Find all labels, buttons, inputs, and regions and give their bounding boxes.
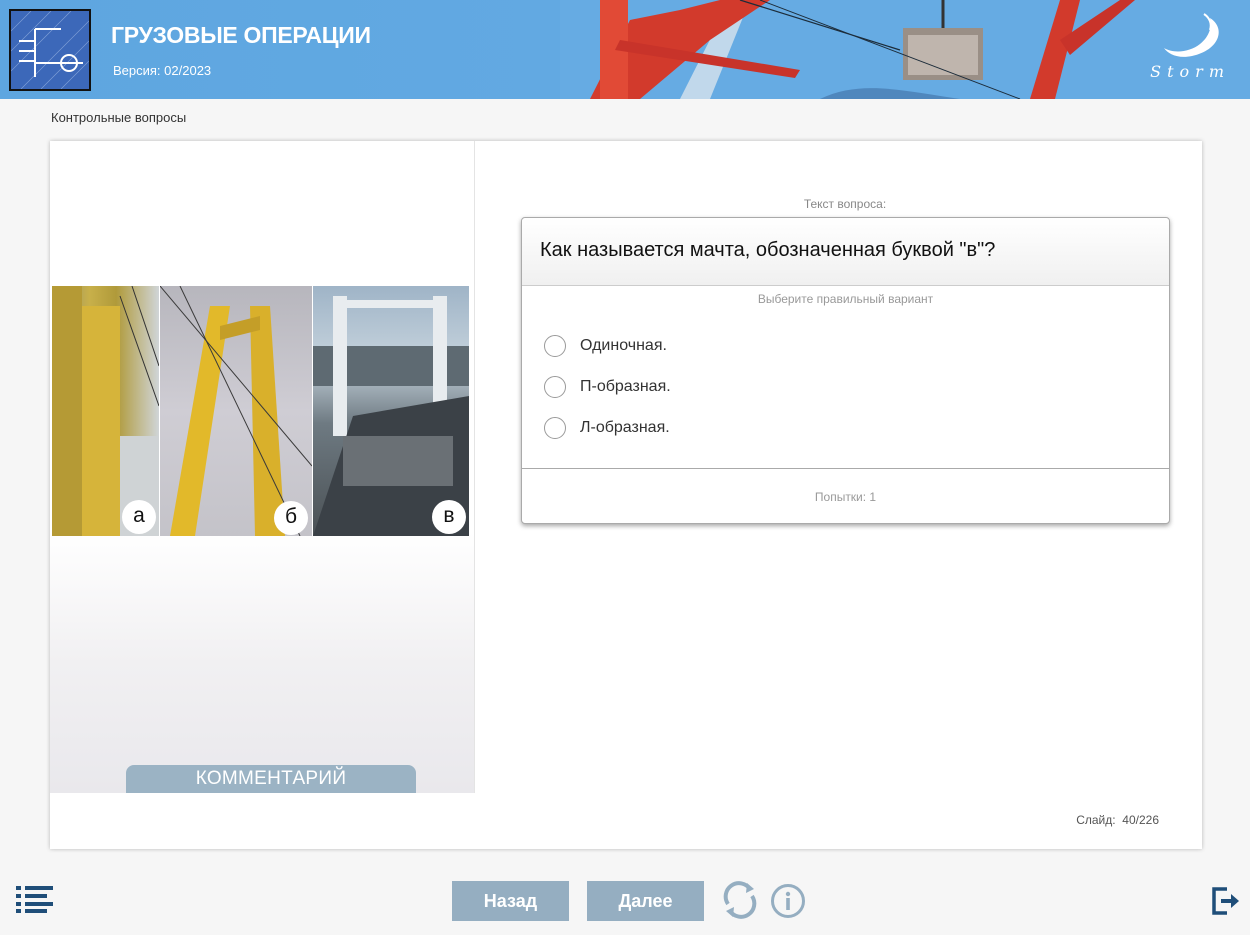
mast-photo-c: в [313, 286, 469, 536]
menu-icon[interactable] [16, 885, 54, 913]
back-button[interactable]: Назад [452, 881, 569, 921]
slide-total: 226 [1138, 813, 1159, 827]
reload-icon[interactable] [720, 880, 760, 920]
photo-label-c: в [432, 500, 466, 534]
slide-card: а б в КОММЕНТАРИЙ Текст вопроса: Как наз… [50, 141, 1202, 849]
radio-button[interactable] [544, 417, 566, 439]
app-version: Версия: 02/2023 [113, 63, 212, 78]
slide-current: 40 [1122, 813, 1136, 827]
app-title: ГРУЗОВЫЕ ОПЕРАЦИИ [111, 22, 371, 48]
next-button[interactable]: Далее [587, 881, 704, 921]
slide-counter: Слайд: 40/226 [1076, 813, 1159, 827]
slide-counter-label: Слайд: [1076, 813, 1116, 827]
answer-option-label: Л-образная. [580, 419, 670, 436]
question-text: Как называется мачта, обозначенная букво… [540, 239, 996, 261]
question-caption: Текст вопроса: [803, 197, 887, 211]
question-footer: Попытки: 1 [522, 468, 1169, 524]
mast-photo-b: б [159, 286, 313, 536]
radio-button[interactable] [544, 335, 566, 357]
comment-button[interactable]: КОММЕНТАРИЙ [126, 765, 416, 793]
answer-option-label: Одиночная. [580, 337, 667, 354]
answer-option-label: П-образная. [580, 378, 671, 395]
header-bar: ГРУЗОВЫЕ ОПЕРАЦИИ Версия: 02/2023 Storm [0, 0, 1250, 99]
media-panel: а б в КОММЕНТАРИЙ [50, 141, 475, 793]
radio-button[interactable] [544, 376, 566, 398]
photo-label-a: а [122, 500, 156, 534]
breadcrumb: Контрольные вопросы [51, 110, 187, 125]
mast-photos: а б в [52, 286, 469, 536]
attempts-counter: Попытки: 1 [814, 490, 877, 504]
mast-photo-a: а [52, 286, 160, 536]
info-icon[interactable] [770, 883, 806, 919]
photo-label-b: б [274, 501, 308, 535]
question-header: Как называется мачта, обозначенная букво… [522, 218, 1169, 286]
brand-name: Storm [1150, 62, 1230, 81]
exit-icon[interactable] [1211, 886, 1241, 916]
question-box: Как называется мачта, обозначенная букво… [521, 217, 1170, 524]
question-instruction: Выберите правильный вариант [757, 292, 934, 306]
course-logo-icon [9, 9, 91, 91]
